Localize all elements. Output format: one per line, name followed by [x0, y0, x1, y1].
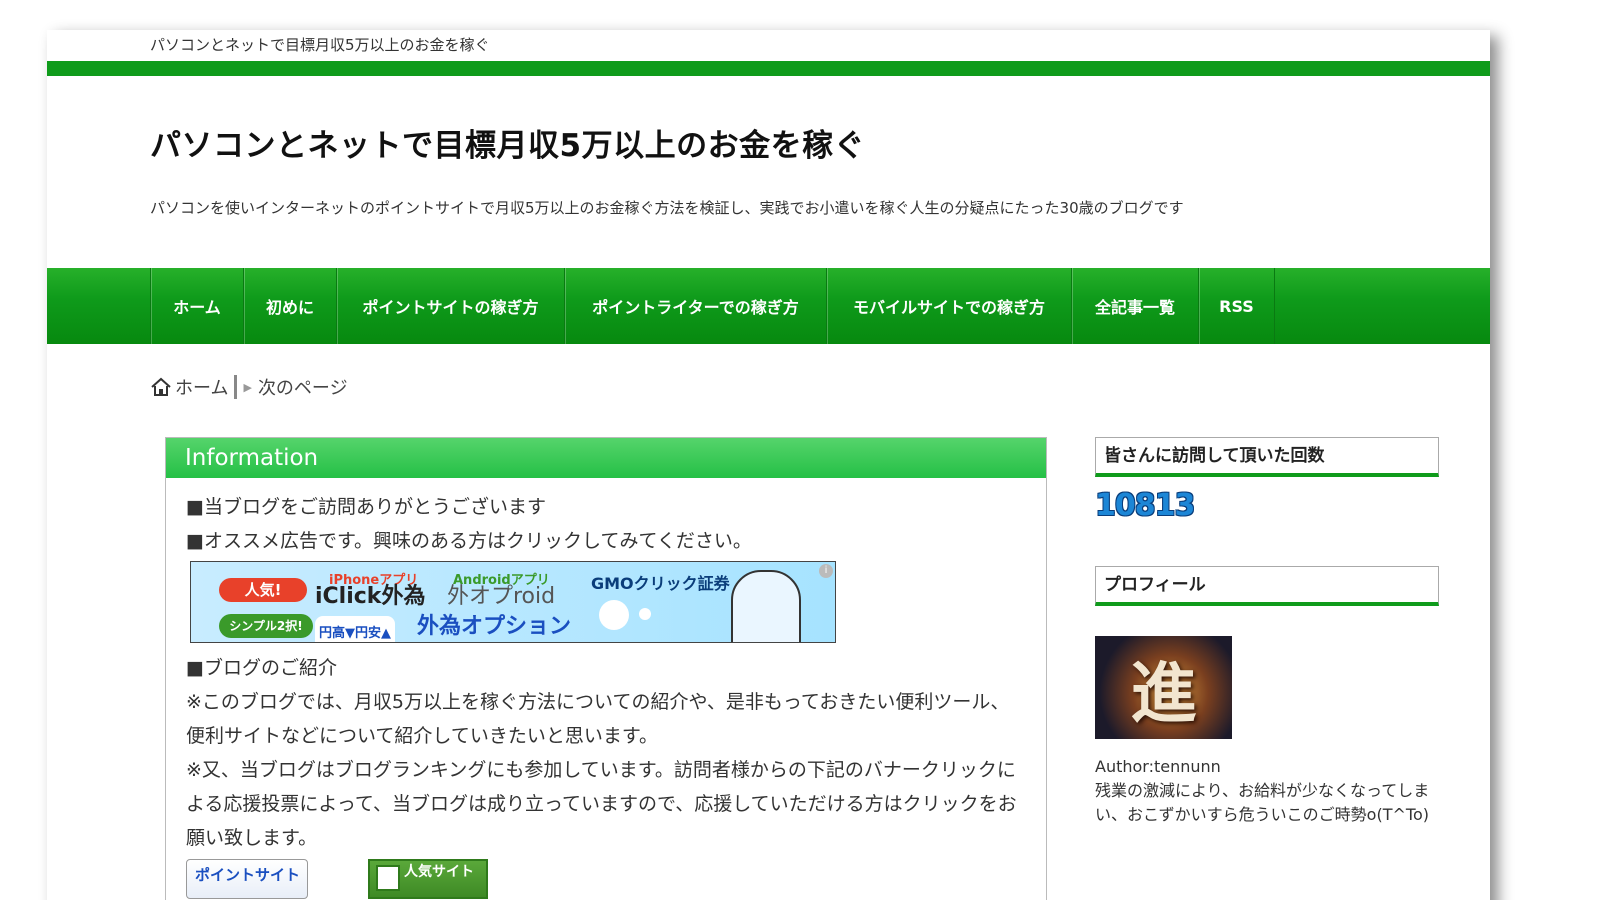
nav-list: ホーム 初めに ポイントサイトの稼ぎ方 ポイントライターでの稼ぎ方 モバイルサイ… [150, 268, 1275, 344]
ad-brand-left: iClick外為 [315, 584, 426, 609]
nav-item-all-articles[interactable]: 全記事一覧 [1072, 268, 1199, 344]
ad-dot-icon [599, 600, 629, 630]
ad-option-label: 外為オプション [417, 614, 572, 639]
nav-item-intro[interactable]: 初めに [244, 268, 337, 344]
breadcrumb-arrow-icon: ▶ [243, 380, 252, 394]
avatar-glyph: 進 [1130, 654, 1197, 732]
ad-person-illustration [731, 570, 801, 642]
main-nav: ホーム 初めに ポイントサイトの稼ぎ方 ポイントライターでの稼ぎ方 モバイルサイ… [47, 268, 1490, 344]
page: パソコンとネットで目標月収5万以上のお金を稼ぐ パソコンとネットで目標月収5万以… [47, 30, 1490, 900]
info-line-welcome: ■当ブログをご訪問ありがとうございます [186, 496, 546, 518]
profile-avatar: 進 [1095, 636, 1232, 739]
ad-pill-simple: シンプル2択! [219, 614, 313, 638]
popular-site-ranking-banner[interactable]: 人気サイト [368, 859, 488, 899]
info-line-about: ※このブログでは、月収5万以上を稼ぐ方法についての紹介や、是非もっておきたい便利… [186, 691, 1010, 747]
point-site-ranking-banner[interactable]: ポイントサイト [186, 859, 308, 899]
nav-item-mobile-site[interactable]: モバイルサイトでの稼ぎ方 [827, 268, 1072, 344]
nav-item-rss[interactable]: RSS [1199, 268, 1275, 344]
information-panel: Information ■当ブログをご訪問ありがとうございます ■オススメ広告で… [165, 437, 1047, 900]
nav-item-point-writer[interactable]: ポイントライターでの稼ぎ方 [565, 268, 827, 344]
ad-banner[interactable]: 人気! iPhoneアプリ Androidアプリ iClick外為 外オプroi… [190, 561, 836, 643]
breadcrumb-current: 次のページ [257, 378, 348, 399]
site-description: パソコンを使いインターネットのポイントサイトで月収5万以上のお金稼ぐ方法を検証し… [150, 199, 1184, 217]
home-icon [151, 377, 171, 396]
information-body: ■当ブログをご訪問ありがとうございます ■オススメ広告です。興味のある方はクリッ… [166, 478, 1046, 899]
nav-item-point-site[interactable]: ポイントサイトの稼ぎ方 [337, 268, 565, 344]
info-line-ranking: ※又、当ブログはブログランキングにも参加しています。訪問者様からの下記のバナーク… [186, 759, 1017, 849]
breadcrumb: ホーム ▶ 次のページ [150, 374, 348, 400]
nav-item-home[interactable]: ホーム [151, 268, 244, 344]
ad-info-icon[interactable]: i [819, 564, 833, 578]
breadcrumb-home-link[interactable]: ホーム [175, 374, 228, 400]
breadcrumb-divider [234, 375, 238, 399]
header-tagline: パソコンとネットで目標月収5万以上のお金を稼ぐ [150, 36, 490, 54]
ad-badge: 人気! [219, 578, 307, 602]
site-title[interactable]: パソコンとネットで目標月収5万以上のお金を稼ぐ [150, 120, 865, 165]
author-info: Author:tennunn 残業の激減により、お給料が少なくなってしまい、おこ… [1095, 755, 1445, 827]
info-line-blog-intro: ■ブログのご紹介 [186, 657, 337, 679]
ranking-banners: ポイントサイト 人気サイト [186, 859, 1026, 899]
author-bio: 残業の激減により、お給料が少なくなってしまい、おこずかいすら危ういこのご時勢o(… [1095, 781, 1430, 824]
ad-brand-right: 外オプroid [447, 584, 556, 609]
ad-dot-small-icon [639, 608, 651, 620]
profile-widget-heading: プロフィール [1095, 566, 1439, 606]
visit-counter: 10813 [1095, 488, 1195, 523]
author-name: Author:tennunn [1095, 757, 1221, 776]
top-green-bar [47, 61, 1490, 76]
information-heading: Information [166, 438, 1046, 478]
ad-yen-label: 円高▼円安▲ [315, 616, 395, 642]
visits-widget-heading: 皆さんに訪問して頂いた回数 [1095, 437, 1439, 477]
ad-gmo-logo: GMOクリック証券 [591, 574, 730, 593]
info-line-ad-intro: ■オススメ広告です。興味のある方はクリックしてみてください。 [186, 530, 752, 552]
